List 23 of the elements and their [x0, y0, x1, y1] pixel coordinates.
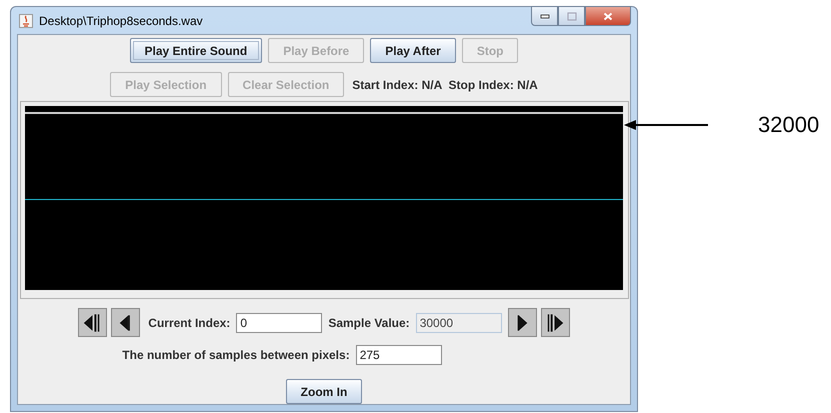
navigation-button[interactable]	[111, 308, 140, 337]
play-button[interactable]: Play Entire Sound	[130, 38, 262, 63]
arrow-icon	[624, 119, 708, 131]
close-button[interactable]	[585, 6, 631, 26]
navigation-button[interactable]	[540, 308, 570, 337]
maximize-button[interactable]	[558, 6, 585, 26]
input-field[interactable]: 0	[236, 312, 322, 332]
minimize-icon	[540, 13, 550, 19]
minimize-button[interactable]	[531, 6, 558, 26]
field-label: Sample Value:	[328, 316, 410, 330]
selection-info: Start Index: N/A Stop Index: N/A	[352, 78, 538, 92]
close-icon	[603, 12, 613, 20]
navigation-button[interactable]	[78, 308, 108, 337]
field-label: Current Index:	[148, 316, 230, 330]
annotation-label: 32000	[758, 112, 820, 138]
zoom-in-button[interactable]: Zoom In	[286, 379, 362, 404]
maximize-icon	[566, 12, 576, 20]
app-icon	[19, 14, 33, 28]
field-label: The number of samples between pixels:	[122, 348, 350, 362]
play-button[interactable]: Play After	[370, 38, 456, 63]
window-title: Desktop\Triphop8seconds.wav	[39, 14, 203, 28]
navigation-button[interactable]	[508, 308, 537, 337]
input-field[interactable]: 275	[356, 345, 442, 365]
